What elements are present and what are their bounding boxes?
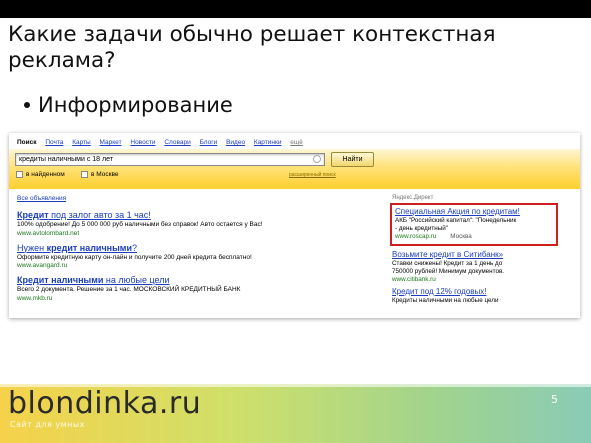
checkbox-label: в Москве	[91, 171, 119, 178]
checkbox-icon[interactable]	[16, 171, 23, 178]
ad-title-link[interactable]: Кредит наличными на любые цели	[17, 275, 382, 286]
checkbox-in-found[interactable]: в найденном	[16, 171, 65, 178]
ad-title-bold: кредит наличными	[46, 242, 132, 253]
nav-item-market[interactable]: Маркет	[100, 139, 122, 146]
ad-url[interactable]: www.roscap.ru Москва	[395, 233, 553, 241]
ad-text: 100% одобрение! До 5 000 000 руб наличны…	[17, 221, 263, 228]
ad-title-bold: Кредит	[17, 210, 49, 220]
left-ads-column: Все объявления Кредит под залог авто за …	[17, 195, 382, 308]
search-bar-band: кредиты наличными с 18 лет Найти в найде…	[9, 149, 580, 189]
ad-text: Ставки снижены! Кредит за 1 день до	[392, 260, 503, 267]
ad-title-rest: на любые цели	[103, 275, 170, 285]
page-number: 5	[551, 393, 558, 406]
ad-text: 750000 рублей! Минимум документов.	[392, 268, 505, 275]
ad-text: АКБ "Российский капитал": "Понедельник	[395, 217, 517, 224]
nav-item-search[interactable]: Поиск	[17, 139, 37, 146]
nav-item-news[interactable]: Новости	[130, 139, 155, 146]
ad-text: Всего 2 документа. Решение за 1 час. МОС…	[17, 286, 241, 293]
nav-item-images[interactable]: Картинки	[254, 139, 282, 146]
site-logo: blondinka.ru	[8, 386, 202, 421]
ad-text: - день кредитный"	[395, 225, 448, 232]
ad-title-pre: Нужен	[17, 242, 47, 253]
ad-item: Возьмите кредит в Ситибанк» Ставки сниже…	[392, 250, 572, 284]
logo-subtitle: Сайт для умных	[10, 420, 85, 429]
nav-item-maps[interactable]: Карты	[72, 139, 91, 146]
nav-item-video[interactable]: Видео	[226, 139, 245, 146]
search-screenshot: Поиск Почта Карты Маркет Новости Словари…	[9, 133, 580, 318]
highlighted-ad-box: Специальная Акция по кредитам! АКБ "Росс…	[390, 203, 558, 246]
top-black-bar	[0, 0, 591, 18]
ad-url[interactable]: www.avangard.ru	[17, 262, 382, 270]
ad-title-link[interactable]: Специальная Акция по кредитам!	[395, 207, 553, 217]
ad-url[interactable]: www.avtolombard.net	[17, 230, 382, 238]
checkbox-in-moscow[interactable]: в Москве	[81, 171, 118, 178]
ad-title-link[interactable]: Кредит под залог авто за 1 час!	[17, 210, 382, 221]
ad-title-link[interactable]: Возьмите кредит в Ситибанк»	[392, 250, 572, 260]
clear-icon[interactable]	[313, 155, 321, 163]
ad-item: Кредит под залог авто за 1 час! 100% одо…	[17, 210, 382, 238]
search-input-value: кредиты наличными с 18 лет	[19, 156, 113, 163]
ad-title-rest: под залог авто за 1 час!	[48, 210, 151, 220]
ad-title-link[interactable]: Нужен кредит наличными?	[17, 243, 382, 254]
ad-item: Кредит под 12% годовых! Кредиты наличным…	[392, 287, 572, 305]
ad-text: Кредиты наличными на любые цели	[392, 297, 499, 304]
ad-item: Кредит наличными на любые цели Всего 2 д…	[17, 275, 382, 303]
direct-label[interactable]: Яндекс.Директ	[392, 195, 572, 201]
right-ads-column: Яндекс.Директ Специальная Акция по креди…	[390, 195, 572, 308]
slide-title: Какие задачи обычно решает контекстная р…	[8, 22, 496, 73]
ad-text: Оформите кредитную карту он-лайн и получ…	[17, 253, 252, 261]
footer-band: blondinka.ru Сайт для умных 5	[0, 384, 591, 443]
ad-url[interactable]: www.mkb.ru	[17, 295, 382, 303]
nav-item-mail[interactable]: Почта	[45, 139, 63, 146]
ad-city: Москва	[450, 233, 472, 240]
ad-title-bold: Кредит наличными	[17, 275, 104, 285]
advanced-search-link[interactable]: расширенный поиск	[289, 172, 336, 178]
ad-title-rest: ?	[132, 242, 138, 253]
nav-item-more[interactable]: ещё	[290, 139, 303, 146]
ad-item: Нужен кредит наличными? Оформите кредитн…	[17, 243, 382, 271]
ad-title-link[interactable]: Кредит под 12% годовых!	[392, 287, 572, 297]
ad-url[interactable]: www.citibank.ru	[392, 276, 572, 284]
nav-item-dictionaries[interactable]: Словари	[164, 139, 190, 146]
nav-item-blogs[interactable]: Блоги	[200, 139, 218, 146]
search-input[interactable]: кредиты наличными с 18 лет	[15, 153, 325, 166]
all-ads-link[interactable]: Все объявления	[17, 195, 382, 202]
bullet-text: Информирование	[38, 93, 233, 117]
bullet-item: Информирование	[24, 92, 233, 118]
find-button[interactable]: Найти	[331, 152, 374, 167]
search-nav: Поиск Почта Карты Маркет Новости Словари…	[17, 139, 310, 146]
ad-url-text: www.roscap.ru	[395, 233, 437, 240]
checkbox-icon[interactable]	[81, 171, 88, 178]
bullet-dot-icon	[24, 102, 30, 108]
checkbox-label: в найденном	[26, 171, 65, 178]
